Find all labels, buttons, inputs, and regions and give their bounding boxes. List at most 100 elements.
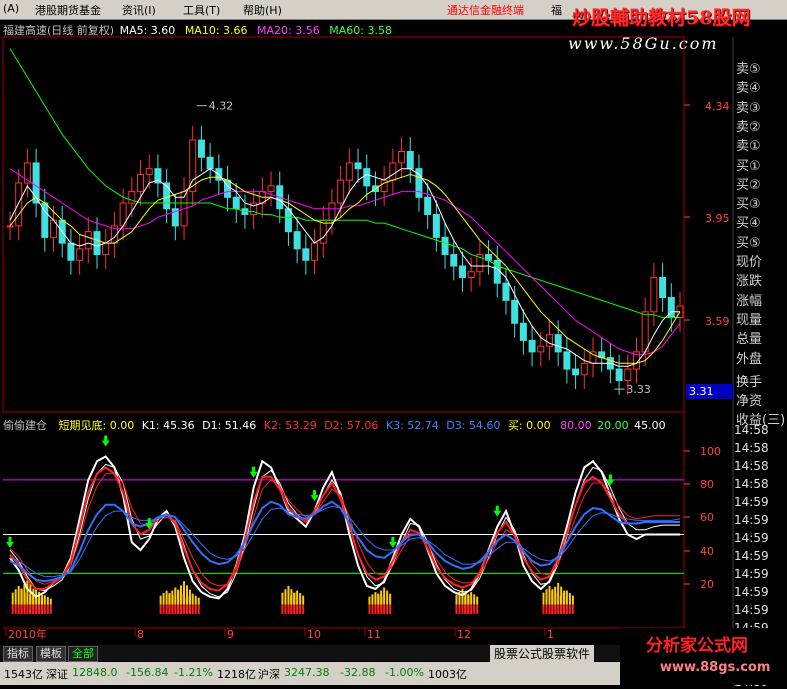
volume-bar-neg — [389, 604, 392, 614]
side-button-14[interactable]: 总量 — [736, 328, 762, 347]
formula-ad[interactable]: 股票公式股票软件 — [490, 645, 595, 663]
side-button-12[interactable]: 涨幅 — [736, 290, 762, 309]
volume-bar-neg — [162, 604, 165, 614]
volume-bar — [162, 593, 165, 605]
time-row-0: 14:58 — [734, 423, 769, 437]
side-button-10[interactable]: 现价 — [736, 251, 762, 270]
buy-arrow-stem-2 — [147, 518, 151, 524]
volume-bar-neg — [296, 604, 299, 614]
status-sz-amount: 1218亿 — [217, 668, 256, 681]
side-button-16[interactable]: 换手 — [736, 371, 762, 390]
side-button-7[interactable]: 买③ — [736, 193, 761, 212]
candle-body — [311, 242, 319, 261]
side-button-11[interactable]: 涨跌 — [736, 270, 762, 289]
ma5-line — [9, 168, 680, 367]
volume-bar-neg — [26, 604, 29, 614]
candle-body — [615, 368, 623, 382]
volume-bar — [46, 596, 49, 605]
volume-bar — [281, 592, 284, 605]
ma10-line — [9, 173, 681, 364]
side-button-4[interactable]: 卖① — [736, 135, 761, 154]
candle-body — [163, 182, 171, 210]
volume-bar-neg — [43, 604, 46, 614]
volume-bar-neg — [548, 604, 551, 614]
side-button-6[interactable]: 买② — [736, 174, 761, 193]
side-button-3[interactable]: 卖② — [736, 116, 761, 135]
volume-bar-neg — [183, 604, 186, 614]
volume-bar-neg — [473, 604, 476, 614]
volume-bar-neg — [374, 604, 377, 614]
volume-bar-neg — [554, 604, 557, 614]
volume-bar — [476, 596, 479, 605]
candle-body — [319, 219, 327, 244]
brand-ad[interactable]: 分析家公式网 www.88gs.com — [620, 628, 787, 685]
volume-bar — [165, 590, 168, 605]
volume-bar — [380, 590, 383, 605]
date-label-4: 11 — [367, 628, 381, 641]
volume-bar-neg — [197, 604, 200, 614]
volume-bar-neg — [464, 604, 467, 614]
volume-bar — [377, 593, 380, 605]
candle-body — [424, 196, 432, 215]
candle-body — [467, 271, 475, 278]
candle-body — [6, 225, 14, 228]
volume-bar — [20, 588, 23, 605]
candle-body — [345, 162, 353, 181]
volume-bar-neg — [159, 604, 162, 614]
volume-bar-neg — [180, 604, 183, 614]
status-sz-value: 12848.0 — [72, 666, 118, 679]
candle-body — [554, 334, 562, 353]
volume-bar — [290, 595, 293, 605]
series-K1 — [9, 455, 680, 600]
volume-bar — [29, 594, 32, 605]
volume-bar — [23, 584, 26, 605]
side-button-17[interactable]: 净资 — [736, 390, 762, 409]
candle-body — [67, 242, 75, 261]
status-sh-change: -32.88 — [340, 666, 376, 679]
volume-bar — [542, 592, 545, 605]
volume-bar-neg — [470, 604, 473, 614]
series-D2 — [9, 473, 680, 587]
ind-tick-100: 100 — [700, 445, 721, 458]
side-button-0[interactable]: 卖⑤ — [736, 58, 761, 77]
side-button-5[interactable]: 买① — [736, 155, 761, 174]
candle-body — [563, 351, 571, 370]
candle-body — [328, 202, 336, 221]
buy-arrow-4 — [310, 495, 319, 502]
side-button-2[interactable]: 卖③ — [736, 97, 761, 116]
status-sz-pct: -1.21% — [174, 666, 213, 679]
candle-body — [389, 162, 397, 181]
volume-bar-neg — [35, 604, 38, 614]
candle-body — [519, 322, 527, 341]
ind-tick-80: 80 — [700, 478, 714, 491]
volume-bar-neg — [557, 604, 560, 614]
candle-body — [493, 259, 501, 284]
buy-arrow-stem-7 — [608, 474, 612, 480]
time-row-2: 14:58 — [734, 459, 769, 473]
volume-bar — [180, 585, 183, 605]
tab-template[interactable]: 模板 — [36, 646, 66, 662]
tab-all[interactable]: 全部 — [68, 646, 98, 662]
volume-bar — [299, 593, 302, 605]
candle-body — [76, 248, 84, 261]
candle-body — [511, 299, 519, 324]
side-button-8[interactable]: 买④ — [736, 212, 761, 231]
volume-bar-neg — [571, 604, 574, 614]
tab-indicator[interactable]: 指标 — [3, 646, 33, 662]
side-button-1[interactable]: 卖④ — [736, 77, 761, 96]
volume-bar-neg — [14, 604, 17, 614]
candle-body — [93, 231, 101, 256]
side-button-15[interactable]: 外盘 — [736, 348, 762, 367]
volume-bar-neg — [458, 604, 461, 614]
volume-bar — [470, 592, 473, 605]
volume-bar-neg — [290, 604, 293, 614]
volume-bar — [293, 593, 296, 605]
price-annotation-0: 4.32 — [209, 100, 234, 113]
kline-chart[interactable]: 4.32 3.33 2010年 8 9 10 11 12 1 — [0, 0, 787, 685]
side-button-13[interactable]: 现量 — [736, 309, 762, 328]
volume-bar — [562, 593, 565, 605]
side-button-9[interactable]: 买⑤ — [736, 232, 761, 251]
volume-bar — [383, 587, 386, 605]
buy-arrow-stem-0 — [8, 536, 12, 542]
volume-bar — [371, 594, 374, 605]
